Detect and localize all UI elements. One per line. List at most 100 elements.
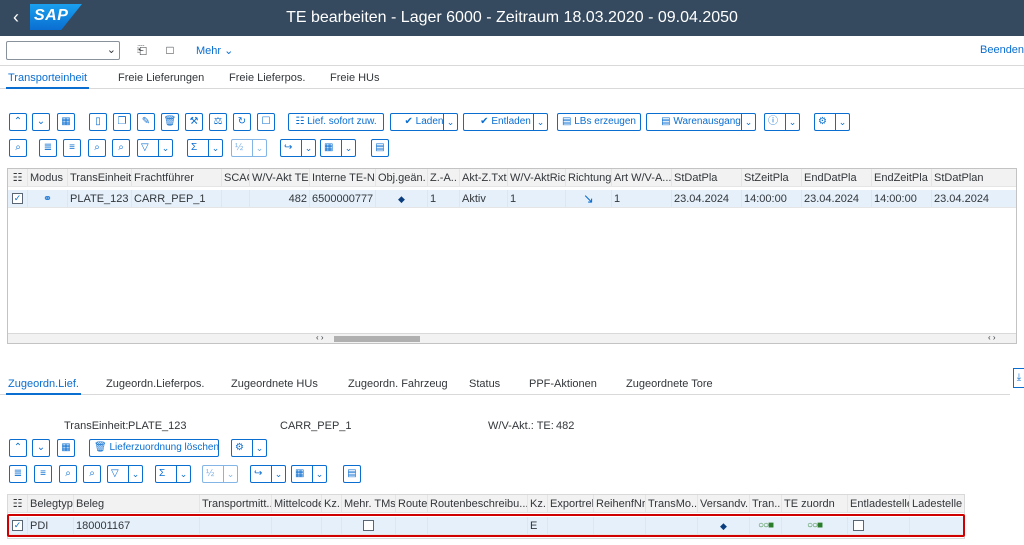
sort-descending-icon[interactable]: ≡ — [34, 465, 52, 483]
column-header[interactable]: TE zuordn — [782, 495, 848, 513]
subtotal-button[interactable]: ½ ⌄ — [231, 139, 267, 157]
delete-icon[interactable]: 🗑 — [161, 113, 179, 131]
chevron-down-icon[interactable]: ⌄ — [128, 466, 142, 482]
column-header[interactable]: StDatPla — [672, 169, 742, 187]
column-header[interactable]: Route — [396, 495, 428, 513]
details-icon[interactable]: ▤ — [343, 465, 361, 483]
copy-icon[interactable]: ❐ — [113, 113, 131, 131]
row-selector[interactable]: ✓ — [8, 190, 28, 208]
create-icon[interactable]: ▯ — [89, 113, 107, 131]
chevron-down-icon[interactable]: ⌄ — [252, 440, 266, 456]
warenausgang-button[interactable]: ▤ Warenausgang ⌄ — [646, 113, 756, 131]
scroll-down-icon[interactable]: ⌄ — [32, 113, 50, 131]
chevron-down-icon[interactable]: ⌄ — [785, 114, 799, 130]
entladen-button[interactable]: ✔ Entladen ⌄ — [463, 113, 548, 131]
export-button[interactable]: ↪ ⌄ — [250, 465, 286, 483]
subtotal-button[interactable]: ½ ⌄ — [202, 465, 238, 483]
command-combo[interactable]: ⌄ — [6, 41, 120, 60]
column-header[interactable]: Ladestelle — [910, 495, 966, 513]
column-header[interactable]: Mittelcode — [272, 495, 322, 513]
chevron-down-icon[interactable]: ⌄ — [341, 140, 355, 156]
column-header[interactable]: Exportrel — [548, 495, 594, 513]
more-menu[interactable]: Mehr ⌄ — [196, 44, 233, 57]
column-header[interactable]: EndDatPla — [802, 169, 872, 187]
lieferzuordnung-loeschen-button[interactable]: 🗑 Lieferzuordnung löschen — [89, 439, 219, 457]
layout-icon[interactable]: ▦ — [57, 113, 75, 131]
layout-grid-button[interactable]: ▦ ⌄ — [291, 465, 327, 483]
checkbox-checked[interactable]: ✓ — [12, 193, 23, 205]
balance-icon[interactable]: ⚖ — [209, 113, 227, 131]
lbs-erzeugen-button[interactable]: ▤ LBs erzeugen — [557, 113, 641, 131]
sort-ascending-icon[interactable]: ≣ — [39, 139, 57, 157]
column-header[interactable]: SCAC — [222, 169, 250, 187]
column-header[interactable]: Kz. — [322, 495, 342, 513]
column-header[interactable]: Art W/V-A... — [612, 169, 672, 187]
column-header[interactable]: StZeitPla — [742, 169, 802, 187]
tab-transporteinheit[interactable]: Transporteinheit — [5, 72, 90, 89]
column-header[interactable]: Z.-A.. — [428, 169, 460, 187]
column-header[interactable]: W/V-AktRic — [508, 169, 566, 187]
grid-settings-icon[interactable]: ☷ — [8, 169, 28, 187]
layout-grid-button[interactable]: ▦ ⌄ — [320, 139, 356, 157]
scroll-up-icon[interactable]: ⌃ — [9, 113, 27, 131]
sum-button[interactable]: Σ ⌄ — [187, 139, 223, 157]
table-row[interactable]: ✓ ⚭ PLATE_123 CARR_PEP_1 482 6500000777 … — [8, 190, 1016, 208]
tab-zugeordn-lieferpos[interactable]: Zugeordn.Lieferpos. — [106, 378, 204, 390]
details-icon[interactable]: ▤ — [371, 139, 389, 157]
column-header[interactable]: Tran... — [750, 495, 782, 513]
sort-descending-icon[interactable]: ≡ — [63, 139, 81, 157]
sum-button[interactable]: Σ ⌄ — [155, 465, 191, 483]
edit-icon[interactable]: ✎ — [137, 113, 155, 131]
search-icon[interactable]: ⌕ — [59, 465, 77, 483]
search-icon[interactable]: ⌕ — [88, 139, 106, 157]
grid-settings-icon[interactable]: ☷ — [8, 495, 28, 513]
search-next-icon[interactable]: ⌕ — [112, 139, 130, 157]
column-header[interactable]: Versandv. — [698, 495, 750, 513]
scroll-left-right-icon[interactable]: ‹ › — [316, 333, 324, 342]
column-header[interactable]: Modus — [28, 169, 68, 187]
tab-freie-lieferpos[interactable]: Freie Lieferpos. — [229, 72, 305, 84]
scroll-left-right-icon[interactable]: ‹ › — [988, 333, 996, 342]
transaction-icon[interactable]: ⎗ — [134, 42, 150, 58]
tab-zugeordnete-hus[interactable]: Zugeordnete HUs — [231, 378, 318, 390]
filter-button[interactable]: ▽ ⌄ — [137, 139, 173, 157]
tab-status[interactable]: Status — [469, 378, 500, 390]
back-icon[interactable]: ‹ — [6, 8, 26, 28]
scroll-down-icon[interactable]: ⌄ — [32, 439, 50, 457]
column-header[interactable]: ReihenfNr — [594, 495, 646, 513]
scrollbar-thumb[interactable] — [334, 336, 420, 342]
chevron-down-icon[interactable]: ⌄ — [741, 114, 755, 130]
chevron-down-icon[interactable]: ⌄ — [223, 466, 237, 482]
search-next-icon[interactable]: ⌕ — [83, 465, 101, 483]
tool-icon[interactable]: ⚒ — [185, 113, 203, 131]
exit-button[interactable]: Beenden — [980, 44, 1024, 56]
tab-zugeordn-lief[interactable]: Zugeordn.Lief. — [6, 378, 81, 395]
save-icon[interactable]: ☐ — [257, 113, 275, 131]
column-header[interactable]: Interne TE-Nr — [310, 169, 376, 187]
column-header[interactable]: Richtung — [566, 169, 612, 187]
chevron-down-icon[interactable]: ⌄ — [301, 140, 315, 156]
laden-button[interactable]: ✔ Laden ⌄ — [390, 113, 458, 131]
tab-ppf-aktionen[interactable]: PPF-Aktionen — [529, 378, 597, 390]
tab-zugeordnete-tore[interactable]: Zugeordnete Tore — [626, 378, 713, 390]
column-header[interactable]: Routenbeschreibu... — [428, 495, 528, 513]
settings-button[interactable]: ⚙ ⌄ — [231, 439, 267, 457]
window-icon[interactable]: □ — [162, 42, 178, 58]
lief-sofort-button[interactable]: ☷ Lief. sofort zuw. — [288, 113, 384, 131]
column-header[interactable]: Entladestelle — [848, 495, 910, 513]
chevron-down-icon[interactable]: ⌄ — [271, 466, 285, 482]
scroll-up-icon[interactable]: ⌃ — [9, 439, 27, 457]
tab-freie-hus[interactable]: Freie HUs — [330, 72, 380, 84]
column-header[interactable]: Kz. — [528, 495, 548, 513]
column-header[interactable]: W/V-Akt TE — [250, 169, 310, 187]
filter-button[interactable]: ▽ ⌄ — [107, 465, 143, 483]
chevron-down-icon[interactable]: ⌄ — [533, 114, 547, 130]
column-header[interactable]: Frachtführer — [132, 169, 222, 187]
chevron-down-icon[interactable]: ⌄ — [158, 140, 172, 156]
column-header[interactable]: TransEinheit — [68, 169, 132, 187]
chevron-down-icon[interactable]: ⌄ — [835, 114, 849, 130]
refresh-icon[interactable]: ↻ — [233, 113, 251, 131]
column-header[interactable]: Transportmitt... — [200, 495, 272, 513]
chevron-down-icon[interactable]: ⌄ — [176, 466, 190, 482]
export-button[interactable]: ↪ ⌄ — [280, 139, 316, 157]
